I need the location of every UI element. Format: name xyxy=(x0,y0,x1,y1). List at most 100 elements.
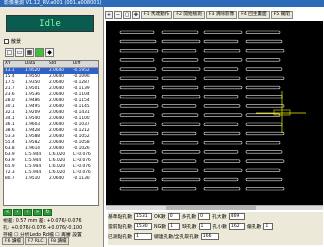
left-panel: Idle 散景 □ ▭ ▦ ◆ XY Data Std Diff 13.1 1.9… xyxy=(0,7,104,247)
table-nav: « ‹ › » ↻ xyxy=(3,209,52,216)
tab-f8[interactable]: F8 讀檔 xyxy=(47,237,70,245)
window-title-bar: 影像量測 V1.12_RV.a001 (001.a008001) xyxy=(0,0,324,7)
new-icon[interactable]: □ xyxy=(5,48,14,57)
tab-f6[interactable]: F6 讀檔 xyxy=(2,237,24,245)
hole-mark xyxy=(161,95,201,99)
hole-mark xyxy=(203,39,239,44)
hole-mark xyxy=(245,131,285,136)
scatter-checkbox[interactable] xyxy=(4,38,9,44)
hole-mark xyxy=(245,85,281,90)
ng-count-value: 1 xyxy=(168,222,181,230)
missing-count-value: 1 xyxy=(198,222,211,230)
main-toolbar: + − ▢ ✥ F1 馬達動作 F2 開始檢測 F3 清除影像 F4 回主畫面 … xyxy=(105,10,324,19)
hole-mark xyxy=(203,131,241,136)
col-diff: Diff xyxy=(73,61,81,66)
scrollbar-thumb[interactable] xyxy=(166,206,256,210)
hole-mark xyxy=(119,177,157,182)
hole-mark xyxy=(245,150,283,154)
missing-count-label: 缺孔數 xyxy=(182,224,197,230)
hole-mark xyxy=(203,122,239,126)
hole-mark xyxy=(203,76,241,80)
hole-mark xyxy=(119,30,155,34)
hole-mark xyxy=(119,131,159,136)
hole-mark xyxy=(161,168,199,172)
small-count-label: 孔小數 xyxy=(212,224,227,230)
hole-mark xyxy=(119,39,157,44)
hole-mark xyxy=(245,122,283,126)
hole-mark xyxy=(203,67,239,71)
settings-icon[interactable]: ◆ xyxy=(45,48,54,57)
hole-mark xyxy=(161,30,199,34)
hole-mark xyxy=(203,30,243,34)
hole-mark xyxy=(161,150,201,154)
inspection-canvas[interactable] xyxy=(106,21,323,205)
hole-mark xyxy=(245,141,281,145)
fit-icon[interactable]: ▢ xyxy=(123,10,131,19)
result-row-2: 當前點孔數 1530 NG數 1 缺孔數 1 孔小數 162 偏孔數 1 xyxy=(108,222,274,230)
hole-mark xyxy=(161,67,201,71)
hole-mark xyxy=(161,187,197,191)
hole-mark xyxy=(203,49,241,53)
hole-mark xyxy=(161,39,201,44)
col-xy: XY xyxy=(5,61,11,66)
function-tabs: F6 讀檔 F7 RLC F8 讀檔 xyxy=(0,237,70,246)
hole-mark xyxy=(161,159,197,163)
zoom-in-icon[interactable]: + xyxy=(105,10,113,19)
current-count-label: 當前點孔數 xyxy=(108,224,132,230)
hole-mark xyxy=(203,141,243,145)
run-icon[interactable] xyxy=(35,48,44,57)
hole-mark xyxy=(203,85,243,90)
scatter-option[interactable]: 散景 xyxy=(4,37,84,45)
hole-mark xyxy=(119,85,155,90)
hole-mark xyxy=(203,187,241,191)
hole-mark xyxy=(119,168,155,172)
hole-mark xyxy=(161,122,201,126)
open-icon[interactable]: ▭ xyxy=(15,48,24,57)
ref-count-label: 基準點孔數 xyxy=(108,214,132,220)
zoom-out-icon[interactable]: − xyxy=(114,10,122,19)
close-button[interactable]: F5 關閉 xyxy=(270,10,293,19)
first-icon[interactable]: « xyxy=(3,209,12,216)
hole-mark xyxy=(203,113,243,117)
hole-mark xyxy=(119,150,157,154)
panel-toolbar: □ ▭ ▦ ◆ xyxy=(5,48,54,57)
hole-mark xyxy=(245,159,285,163)
measurement-table[interactable]: XY Data Std Diff 13.1 1.9520 2.0640 -0.1952… xyxy=(3,60,99,206)
ok-count-label: OK數 xyxy=(154,214,166,220)
hole-mark xyxy=(119,187,159,191)
hole-mark xyxy=(245,58,281,62)
next-icon[interactable]: › xyxy=(23,209,32,216)
extra-count-value: 0 xyxy=(198,212,211,220)
hole-mark xyxy=(203,150,239,154)
hole-mark xyxy=(161,85,199,90)
hole-mark xyxy=(245,39,283,44)
hole-mark xyxy=(245,95,283,99)
tolerance-line: 視差: 0.57 mm 差: +0.076/-0.076 xyxy=(3,219,82,224)
hole-mark xyxy=(119,49,159,53)
result-row-3: 已測點孔數 1 總連孔數/全孔取孔數 166 xyxy=(108,232,219,240)
table-row[interactable]: 80.7 1.9510 2.0640 -0.1130 xyxy=(4,176,98,182)
refresh-icon[interactable]: ↻ xyxy=(43,209,52,216)
offset-count-value: 1 xyxy=(263,222,274,230)
hole-mark xyxy=(119,113,155,117)
canvas-scrollbar[interactable] xyxy=(106,205,323,210)
motor-button[interactable]: F1 馬達動作 xyxy=(141,10,173,19)
prev-icon[interactable]: ‹ xyxy=(13,209,22,216)
tab-f7[interactable]: F7 RLC xyxy=(24,237,47,245)
last-icon[interactable]: » xyxy=(33,209,42,216)
home-button[interactable]: F4 回主畫面 xyxy=(238,10,270,19)
hole-mark xyxy=(119,122,157,126)
hole-mark xyxy=(203,58,243,62)
pan-icon[interactable]: ✥ xyxy=(132,10,140,19)
large-count-value: 469 xyxy=(228,212,245,220)
hole-mark xyxy=(245,76,285,80)
hole-mark xyxy=(161,104,197,108)
hole-mark xyxy=(245,168,281,172)
start-inspect-button[interactable]: F2 開始檢測 xyxy=(173,10,205,19)
hole-mark xyxy=(245,30,281,34)
hole-mark xyxy=(245,67,283,71)
hole-mark xyxy=(119,159,159,163)
hole-mark xyxy=(119,67,157,71)
clear-image-button[interactable]: F3 清除影像 xyxy=(205,10,238,19)
grid-icon[interactable]: ▦ xyxy=(25,48,34,57)
